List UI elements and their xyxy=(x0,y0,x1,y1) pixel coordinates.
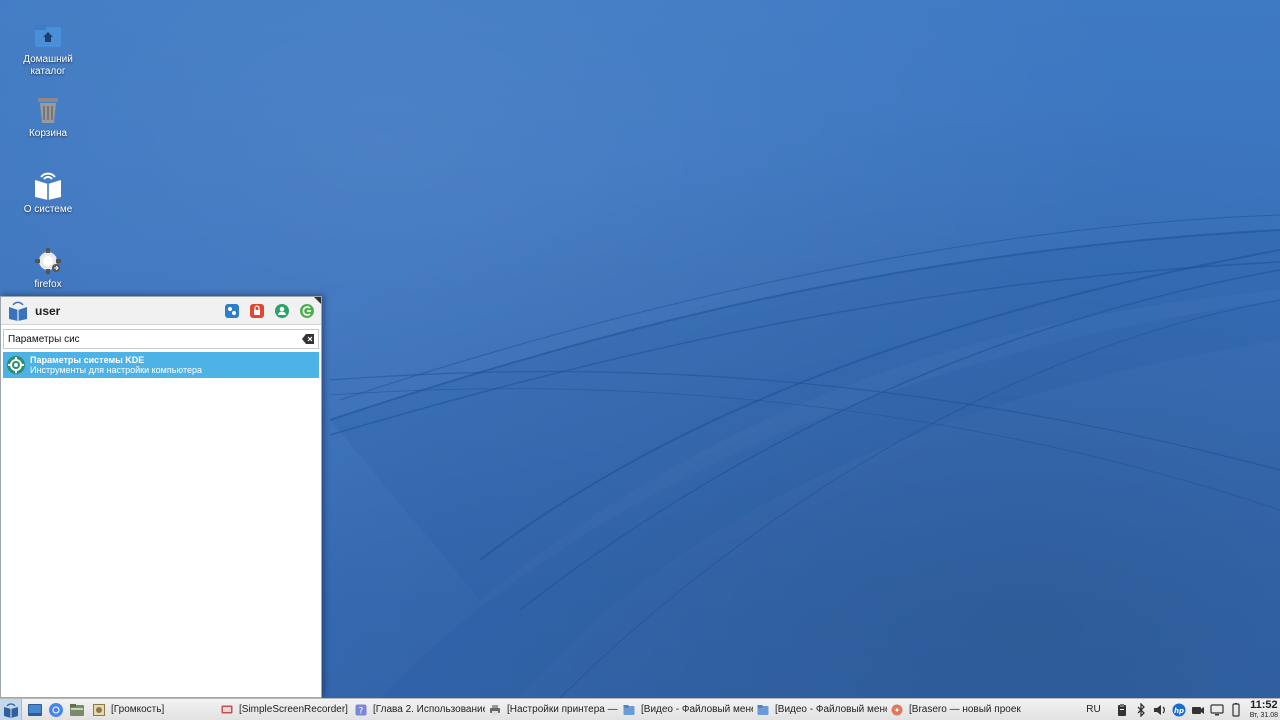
desktop-icon[interactable] xyxy=(27,702,43,718)
taskbar-task[interactable]: [Brasero — новый проект ... xyxy=(887,700,1021,720)
desktop-icon-label: firefox xyxy=(34,279,62,290)
taskbar-task[interactable]: [Настройки принтера — l... xyxy=(485,700,619,720)
start-menu-icon xyxy=(3,702,18,718)
volume-icon[interactable] xyxy=(1153,703,1167,717)
clock-time: 11:52 xyxy=(1250,699,1278,711)
taskbar-task[interactable]: [Видео - Файловый мене... xyxy=(753,700,887,720)
menu-corner-marker xyxy=(314,297,321,304)
desktop-icon-label: О системе xyxy=(23,204,73,215)
kde-settings-icon xyxy=(7,356,25,374)
desktop-icon-firefox[interactable]: firefox xyxy=(8,245,88,291)
clock-date: Вт, 31.08 xyxy=(1249,712,1278,719)
screen-recorder-icon xyxy=(221,705,233,713)
taskbar-task[interactable]: [Громкость] xyxy=(89,700,217,720)
task-label: [Видео - Файловый мене... xyxy=(641,704,753,715)
taskbar-task[interactable]: [SimpleScreenRecorder] xyxy=(217,700,351,720)
brasero-icon xyxy=(891,704,903,715)
home-folder-icon xyxy=(35,25,61,47)
lock-icon[interactable] xyxy=(249,303,265,319)
search-input[interactable] xyxy=(8,333,302,345)
result-description: Инструменты для настройки компьютера xyxy=(30,365,202,375)
switch-user-icon[interactable] xyxy=(224,303,240,319)
volume-app-icon xyxy=(93,703,105,716)
camera-icon[interactable] xyxy=(1191,703,1205,717)
folder-icon xyxy=(623,704,635,715)
task-label: [Настройки принтера — l... xyxy=(507,704,619,715)
menu-header: user xyxy=(1,297,321,325)
svg-text:?: ? xyxy=(359,706,364,716)
about-system-icon xyxy=(35,172,61,200)
task-label: [SimpleScreenRecorder] xyxy=(239,704,348,715)
firefox-shortcut-icon xyxy=(35,248,61,274)
user-name: user xyxy=(35,303,61,318)
system-tray: RU hp 11:52 Вт, 31.08 xyxy=(1086,699,1280,720)
application-menu: user Параметры сис Параметры системы KDE… xyxy=(0,296,322,698)
result-title: Параметры системы KDE xyxy=(30,355,145,365)
folder-icon xyxy=(757,704,769,715)
menu-logo-icon xyxy=(9,301,27,321)
svg-text:hp: hp xyxy=(1174,707,1184,715)
taskbar-task[interactable]: [Видео - Файловый мене... xyxy=(619,700,753,720)
desktop-icon-home[interactable]: Домашний каталог xyxy=(8,20,88,78)
bluetooth-icon[interactable] xyxy=(1134,702,1148,717)
taskbar-task[interactable]: ? [Глава 2. Использование ... xyxy=(351,700,485,720)
power-icon[interactable] xyxy=(1229,702,1243,717)
task-label: [Глава 2. Использование ... xyxy=(373,704,485,715)
trash-icon xyxy=(38,98,58,123)
chromium-icon[interactable] xyxy=(48,702,64,718)
desktop-icon-label: Корзина xyxy=(28,128,68,139)
clipboard-icon[interactable] xyxy=(1115,703,1129,717)
logout-icon[interactable] xyxy=(299,303,315,319)
desktop-icon-label: Домашний каталог xyxy=(23,54,73,77)
task-label: [Brasero — новый проект ... xyxy=(909,704,1021,715)
desktop-icon-about[interactable]: О системе xyxy=(8,170,88,216)
taskbar: [Громкость] [SimpleScreenRecorder] ? [Гл… xyxy=(0,698,1280,720)
search-result-item[interactable]: Параметры системы KDE Инструменты для на… xyxy=(3,352,319,378)
user-icon[interactable] xyxy=(274,303,290,319)
task-label: [Громкость] xyxy=(111,704,165,715)
desktop-icon-trash[interactable]: Корзина xyxy=(8,94,88,140)
help-icon: ? xyxy=(355,704,367,716)
printer-icon xyxy=(490,704,500,715)
display-icon[interactable] xyxy=(1210,703,1224,717)
file-manager-icon[interactable] xyxy=(69,702,85,718)
start-menu-button[interactable] xyxy=(0,698,22,720)
clock[interactable]: 11:52 Вт, 31.08 xyxy=(1250,699,1278,720)
keyboard-layout-indicator[interactable]: RU xyxy=(1086,704,1100,715)
task-label: [Видео - Файловый мене... xyxy=(775,704,887,715)
clear-search-icon[interactable] xyxy=(302,334,314,344)
hp-icon[interactable]: hp xyxy=(1172,703,1186,717)
search-box xyxy=(3,329,319,349)
